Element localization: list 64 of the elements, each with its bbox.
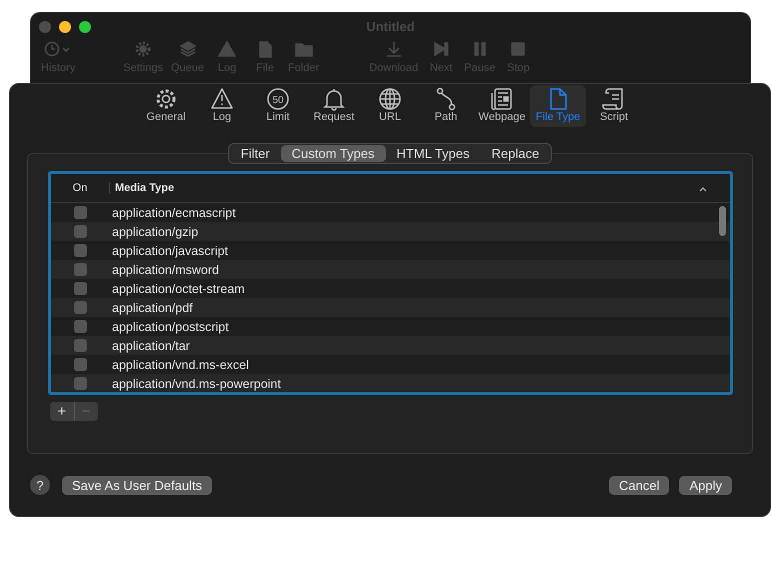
- sort-caret-icon: [698, 185, 708, 193]
- path-icon: [436, 88, 456, 110]
- folder-icon: [294, 43, 312, 57]
- checkbox[interactable]: [74, 244, 86, 257]
- column-header[interactable]: On: [51, 182, 109, 194]
- add-button[interactable]: +: [50, 402, 74, 421]
- table-cell-text: application/octet-stream: [111, 282, 245, 296]
- settings-tab[interactable]: General: [138, 85, 194, 127]
- cancel-button[interactable]: Cancel: [609, 476, 670, 494]
- newspaper-icon: [491, 88, 512, 110]
- zoom-button[interactable]: [79, 20, 91, 32]
- save-defaults-button[interactable]: Save As User Defaults: [62, 476, 212, 494]
- settings-tab[interactable]: Path: [418, 85, 474, 127]
- table-cell-text: application/tar: [111, 338, 190, 352]
- settings-tab[interactable]: Script: [586, 85, 642, 127]
- checkbox[interactable]: [74, 282, 86, 295]
- table-cell-text: application/gzip: [111, 224, 198, 238]
- pause-icon: [474, 42, 486, 56]
- warning-icon: [211, 88, 233, 109]
- stack-icon: [178, 41, 196, 57]
- table-cell-text: application/vnd.ms-excel: [111, 358, 249, 372]
- document-icon: [550, 88, 567, 110]
- close-button[interactable]: [39, 20, 51, 32]
- skip-forward-icon: [434, 42, 448, 56]
- checkbox[interactable]: [74, 206, 86, 219]
- scrollbar-thumb[interactable]: [719, 206, 726, 236]
- column-header[interactable]: Media Type: [109, 182, 174, 194]
- table-cell-text: application/postscript: [111, 320, 229, 334]
- help-button[interactable]: ?: [30, 475, 50, 495]
- table-cell-text: application/javascript: [111, 244, 228, 258]
- segment-tab[interactable]: Filter: [230, 145, 281, 162]
- checkbox[interactable]: [74, 339, 86, 352]
- checkbox[interactable]: [74, 263, 86, 276]
- segment-tab[interactable]: Replace: [480, 145, 550, 162]
- table-cell-text: application/msword: [111, 262, 219, 276]
- table-cell-text: application/ecmascript: [111, 206, 236, 220]
- segment-tab[interactable]: Custom Types: [280, 145, 386, 162]
- settings-tab[interactable]: URL: [362, 85, 418, 127]
- gear-icon: [156, 90, 176, 108]
- bell-icon: [324, 88, 344, 111]
- apply-button[interactable]: Apply: [679, 476, 732, 494]
- checkbox[interactable]: [74, 301, 86, 314]
- checkbox[interactable]: [74, 377, 86, 390]
- clock-icon: [44, 42, 70, 56]
- document-icon: [259, 41, 272, 58]
- settings-tab[interactable]: File Type: [530, 85, 586, 127]
- table-cell-text: application/pdf: [111, 300, 193, 314]
- download-icon: [386, 41, 402, 57]
- speed-limit-icon: 50: [267, 88, 289, 110]
- checkbox[interactable]: [74, 320, 86, 333]
- scroll-icon: [602, 88, 623, 110]
- minimize-button[interactable]: [59, 20, 71, 32]
- checkbox[interactable]: [74, 358, 86, 371]
- stop-icon: [512, 42, 526, 56]
- table-cell-text: application/vnd.ms-powerpoint: [111, 376, 281, 390]
- checkbox[interactable]: [74, 225, 86, 238]
- globe-icon: [379, 88, 401, 110]
- settings-tab[interactable]: Request: [306, 85, 362, 127]
- segment-tab[interactable]: HTML Types: [386, 145, 480, 162]
- settings-tab[interactable]: Webpage: [474, 85, 530, 127]
- gear-icon: [136, 42, 151, 56]
- settings-tab[interactable]: Log: [194, 85, 250, 127]
- warning-icon: [218, 40, 236, 57]
- settings-tab[interactable]: 50 Limit: [250, 85, 306, 127]
